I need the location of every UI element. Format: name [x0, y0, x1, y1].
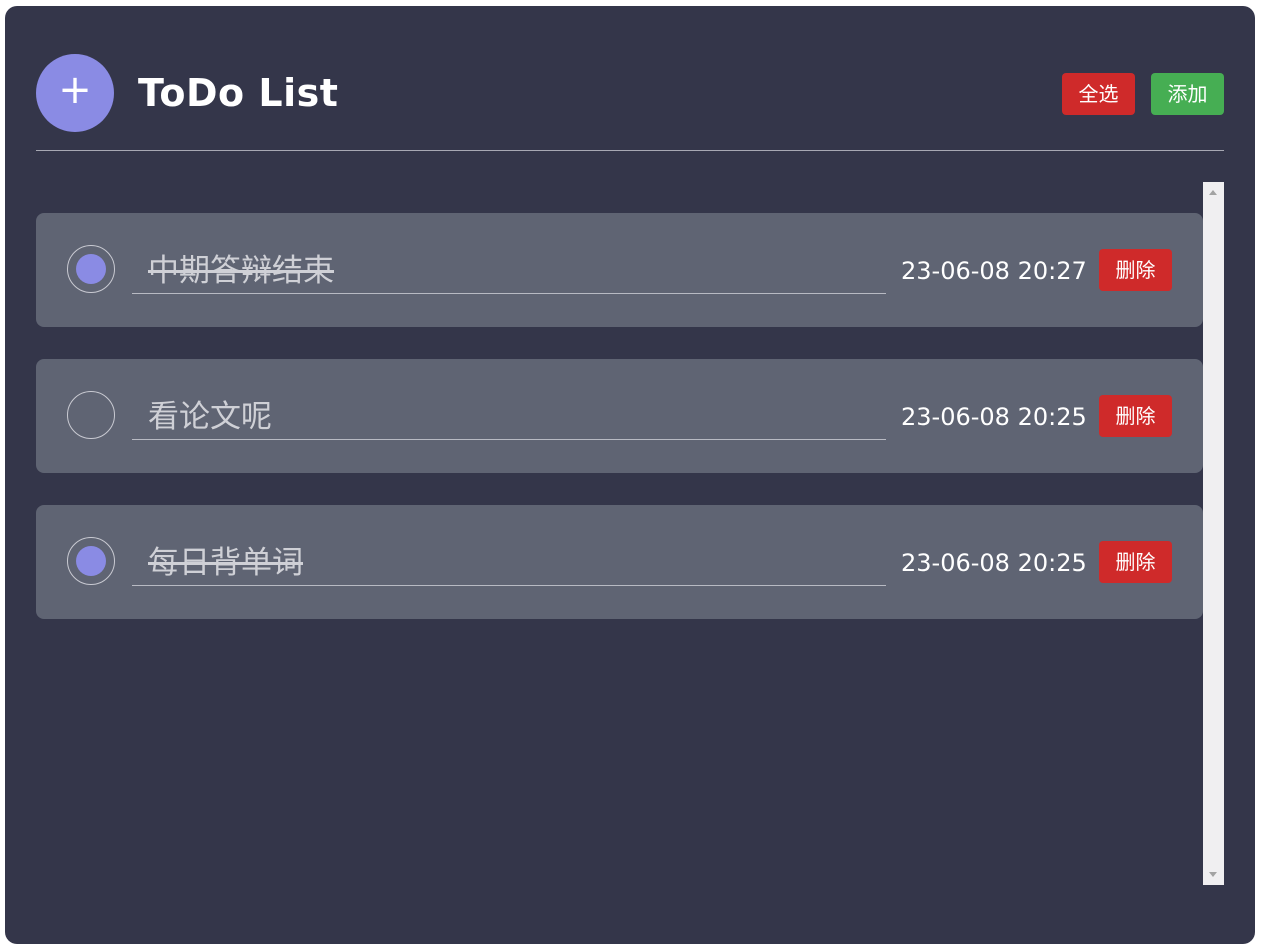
checked-dot-icon — [76, 546, 106, 576]
todo-timestamp: 23-06-08 20:25 — [901, 403, 1087, 431]
scroll-up-arrow-icon[interactable] — [1209, 190, 1217, 195]
todo-app-panel: + ToDo List 全选 添加 中期答辩结束 23-06-08 20:27 … — [5, 6, 1255, 944]
todo-item: 看论文呢 23-06-08 20:25 删除 — [36, 359, 1203, 473]
todo-text: 中期答辩结束 — [148, 253, 334, 289]
delete-button[interactable]: 删除 — [1099, 541, 1172, 583]
complete-toggle[interactable] — [67, 391, 115, 439]
todo-list: 中期答辩结束 23-06-08 20:27 删除 看论文呢 23-06-08 2… — [36, 182, 1203, 885]
complete-toggle[interactable] — [67, 245, 115, 293]
todo-timestamp: 23-06-08 20:25 — [901, 549, 1087, 577]
delete-button[interactable]: 删除 — [1099, 395, 1172, 437]
plus-icon[interactable]: + — [36, 54, 114, 132]
todo-item: 中期答辩结束 23-06-08 20:27 删除 — [36, 213, 1203, 327]
list-scrollbar[interactable] — [1203, 182, 1224, 885]
todo-text: 每日背单词 — [148, 545, 303, 581]
todo-text-field[interactable]: 看论文呢 — [132, 395, 886, 440]
scroll-down-arrow-icon[interactable] — [1209, 872, 1217, 877]
add-button[interactable]: 添加 — [1151, 73, 1224, 115]
complete-toggle[interactable] — [67, 537, 115, 585]
todo-item: 每日背单词 23-06-08 20:25 删除 — [36, 505, 1203, 619]
todo-text-field[interactable]: 每日背单词 — [132, 541, 886, 586]
todo-timestamp: 23-06-08 20:27 — [901, 257, 1087, 285]
header-divider — [36, 150, 1224, 151]
todo-text-field[interactable]: 中期答辩结束 — [132, 249, 886, 294]
delete-button[interactable]: 删除 — [1099, 249, 1172, 291]
page-title: ToDo List — [138, 71, 339, 115]
select-all-button[interactable]: 全选 — [1062, 73, 1135, 115]
checked-dot-icon — [76, 254, 106, 284]
header: + ToDo List 全选 添加 — [36, 54, 1224, 134]
todo-text: 看论文呢 — [148, 399, 272, 435]
